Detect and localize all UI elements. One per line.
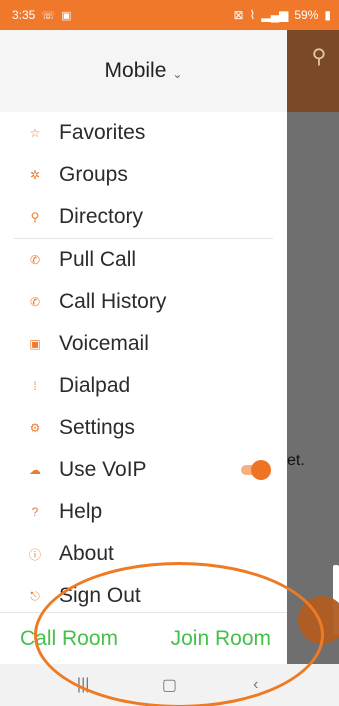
background-partial-text: et. (287, 452, 305, 469)
call-forward-icon: ☏ (41, 9, 56, 22)
status-right: ⊠ ⌇ ▂▄▆ 59% ▮ (233, 8, 331, 22)
account-label: Mobile (104, 59, 167, 82)
cloud-icon: ☁ (29, 463, 41, 477)
info-icon: ⓘ (28, 547, 41, 562)
status-bar: 3:35 ☏ ▣ ⊠ ⌇ ▂▄▆ 59% ▮ (0, 0, 339, 30)
menu-item-directory[interactable]: ⚲ Directory (0, 196, 287, 238)
voicemail-icon: ▣ (29, 337, 41, 351)
account-selector[interactable]: Mobile ⌄ (105, 59, 183, 83)
status-time: 3:35 (12, 8, 36, 22)
menu-item-label: Sign Out (59, 584, 141, 607)
back-icon[interactable]: ‹ (240, 676, 272, 694)
groups-icon: ✲ (29, 168, 41, 182)
phone-icon: ✆ (29, 253, 41, 267)
star-icon: ☆ (29, 126, 41, 140)
menu-item-label: Dialpad (59, 374, 131, 397)
image-icon: ▣ (61, 9, 72, 22)
battery-text: 59% (294, 8, 319, 22)
menu-item-about[interactable]: ⓘ About (0, 533, 287, 575)
status-left: 3:35 ☏ ▣ (12, 8, 72, 22)
navigation-drawer: Mobile ⌄ ☆ Favorites ✲ Groups ⚲ Director… (0, 30, 287, 664)
voip-toggle[interactable] (241, 460, 271, 480)
chevron-down-icon: ⌄ (172, 67, 183, 81)
home-icon[interactable]: ▢ (153, 675, 185, 695)
menu-item-settings[interactable]: ⚙ Settings (0, 407, 287, 449)
background-fab (298, 596, 339, 644)
menu-item-label: Use VoIP (59, 458, 147, 481)
menu-item-help[interactable]: ? Help (0, 491, 287, 533)
battery-icon: ▮ (324, 8, 331, 22)
menu-item-sign-out[interactable]: ⎋ Sign Out (0, 575, 287, 617)
gear-icon: ⚙ (29, 421, 41, 435)
search-icon: ⚲ (311, 46, 327, 68)
menu-item-label: Directory (59, 205, 144, 228)
wifi-icon: ⌇ (249, 8, 256, 22)
menu-item-label: Settings (59, 416, 135, 439)
system-nav-bar: ||| ▢ ‹ (0, 664, 339, 706)
background-app-toolbar (287, 30, 339, 112)
vibrate-icon: ⊠ (233, 8, 244, 22)
drawer-menu: ☆ Favorites ✲ Groups ⚲ Directory ✆ Pull … (0, 112, 287, 617)
bottom-actions: Call Room Join Room (0, 612, 287, 664)
menu-item-pull-call[interactable]: ✆ Pull Call (0, 239, 287, 281)
recent-apps-icon[interactable]: ||| (67, 676, 99, 694)
menu-item-label: Voicemail (59, 332, 149, 355)
menu-item-label: Call History (59, 290, 167, 313)
search-icon: ⚲ (30, 210, 40, 224)
menu-item-groups[interactable]: ✲ Groups (0, 154, 287, 196)
join-room-button[interactable]: Join Room (171, 627, 271, 651)
menu-item-call-history[interactable]: ✆ Call History (0, 281, 287, 323)
signal-icon: ▂▄▆ (261, 8, 289, 22)
menu-item-favorites[interactable]: ☆ Favorites (0, 112, 287, 154)
menu-item-label: Pull Call (59, 248, 137, 271)
background-app-scrim[interactable] (287, 30, 339, 664)
phone-history-icon: ✆ (29, 295, 41, 309)
dialpad-icon: ⁞ (33, 379, 37, 393)
toggle-thumb (251, 460, 271, 480)
menu-item-voicemail[interactable]: ▣ Voicemail (0, 323, 287, 365)
menu-item-dialpad[interactable]: ⁞ Dialpad (0, 365, 287, 407)
menu-item-label: About (59, 542, 114, 565)
help-icon: ? (31, 505, 39, 519)
menu-item-label: Favorites (59, 121, 146, 144)
menu-item-label: Groups (59, 163, 128, 186)
menu-item-use-voip[interactable]: ☁ Use VoIP (0, 449, 287, 491)
menu-item-label: Help (59, 500, 103, 523)
sign-out-icon: ⎋ (30, 588, 40, 603)
drawer-header: Mobile ⌄ (0, 30, 287, 112)
call-room-button[interactable]: Call Room (20, 627, 118, 651)
